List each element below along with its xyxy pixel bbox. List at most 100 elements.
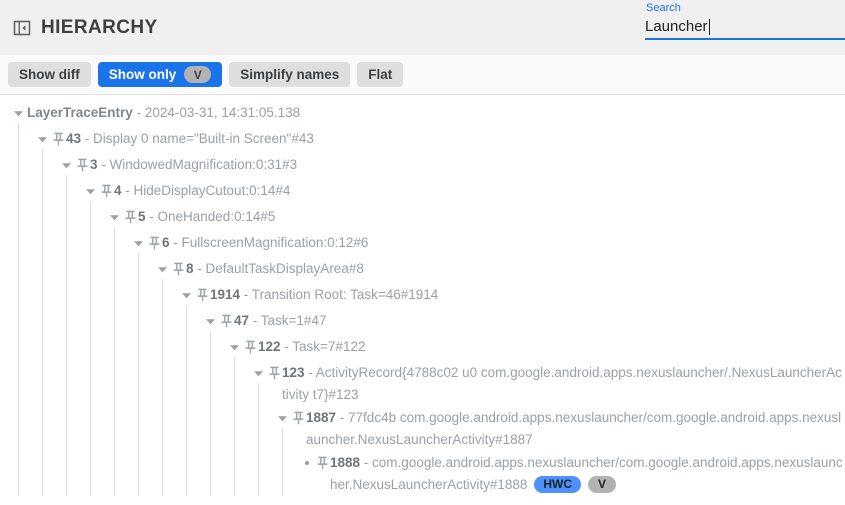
search-field[interactable]: Search Launcher	[645, 2, 845, 40]
tree-node-text: - Display 0 name="Built-in Screen"#43	[81, 131, 314, 146]
pin-icon[interactable]	[99, 179, 114, 203]
chevron-down-icon[interactable]	[226, 335, 243, 359]
chevron-down-icon[interactable]	[274, 406, 291, 430]
tree-row[interactable]: LayerTraceEntry - 2024-03-31, 14:31:05.1…	[0, 101, 845, 127]
pin-icon[interactable]	[123, 205, 138, 229]
pin-icon[interactable]	[195, 283, 210, 307]
tree-node-text: - WindowedMagnification:0:31#3	[98, 157, 298, 172]
tree-row[interactable]: 1888 - com.google.android.apps.nexuslaun…	[0, 451, 845, 496]
tree-node-text: - OneHanded:0:14#5	[146, 209, 276, 224]
leaf-bullet-icon	[298, 451, 315, 475]
pin-icon[interactable]	[243, 335, 258, 359]
tree-row[interactable]: 43 - Display 0 name="Built-in Screen"#43	[0, 127, 845, 153]
tree-node-label[interactable]: 6 - FullscreenMagnification:0:12#6	[162, 231, 368, 254]
pin-icon[interactable]	[267, 361, 282, 385]
tree-node-text: - HideDisplayCutout:0:14#4	[122, 183, 291, 198]
status-badge[interactable]: V	[588, 476, 616, 493]
tree-node-text: - ActivityRecord{4788c02 u0 com.google.a…	[282, 365, 842, 402]
tree-node-id: 1888	[330, 455, 360, 470]
tree-node-text: - 77fdc4b com.google.android.apps.nexusl…	[306, 410, 841, 447]
tree-node-label[interactable]: 5 - OneHanded:0:14#5	[138, 205, 275, 228]
tree-row[interactable]: 122 - Task=7#122	[0, 335, 845, 361]
tree-node-id: 1887	[306, 410, 336, 425]
tree-node-text: - DefaultTaskDisplayArea#8	[194, 261, 364, 276]
tree-row-indent	[0, 205, 106, 206]
show-only-button[interactable]: Show only V	[98, 62, 223, 87]
hierarchy-viewer: HIERARCHY Search Launcher Show diff Show…	[0, 0, 845, 505]
tree-row-indent	[0, 283, 178, 284]
pin-icon[interactable]	[315, 451, 330, 475]
tree-node-label[interactable]: 43 - Display 0 name="Built-in Screen"#43	[66, 127, 314, 150]
tree-node-text: - Task=1#47	[249, 313, 326, 328]
pin-icon[interactable]	[219, 309, 234, 333]
tree-node-id: 3	[90, 157, 98, 172]
tree-row-indent	[0, 451, 298, 452]
tree-node-label[interactable]: 8 - DefaultTaskDisplayArea#8	[186, 257, 364, 280]
chevron-down-icon[interactable]	[58, 153, 75, 177]
search-underline	[645, 38, 845, 40]
tree-row-indent	[0, 309, 202, 310]
pin-icon[interactable]	[147, 231, 162, 255]
page-title: HIERARCHY	[41, 17, 158, 39]
tree-node-text: - 2024-03-31, 14:31:05.138	[133, 105, 300, 120]
pin-icon[interactable]	[51, 127, 66, 151]
tree-row-indent	[0, 406, 274, 407]
tree-node-label[interactable]: 122 - Task=7#122	[258, 335, 365, 358]
simplify-names-button[interactable]: Simplify names	[229, 62, 350, 87]
chevron-down-icon[interactable]	[130, 231, 147, 255]
tree-row[interactable]: 123 - ActivityRecord{4788c02 u0 com.goog…	[0, 361, 845, 406]
tree-node-label[interactable]: 3 - WindowedMagnification:0:31#3	[90, 153, 297, 176]
pin-icon[interactable]	[75, 153, 90, 177]
chevron-down-icon[interactable]	[178, 283, 195, 307]
search-label: Search	[645, 2, 845, 15]
status-badge[interactable]: HWC	[534, 476, 581, 493]
tree-row[interactable]: 3 - WindowedMagnification:0:31#3	[0, 153, 845, 179]
chevron-down-icon[interactable]	[154, 257, 171, 281]
tree-row-indent	[0, 101, 10, 102]
toolbar: Show diff Show only V Simplify names Fla…	[0, 55, 845, 95]
chevron-down-icon[interactable]	[202, 309, 219, 333]
tree-node-text: - com.google.android.apps.nexuslauncher/…	[330, 455, 843, 492]
tree-row[interactable]: 8 - DefaultTaskDisplayArea#8	[0, 257, 845, 283]
tree-row-indent	[0, 335, 226, 336]
tree-row-indent	[0, 361, 250, 362]
tree-node-label[interactable]: 1914 - Transition Root: Task=46#1914	[210, 283, 438, 306]
chevron-down-icon[interactable]	[10, 101, 27, 125]
tree-node-id: 6	[162, 235, 170, 250]
tree-row[interactable]: 1887 - 77fdc4b com.google.android.apps.n…	[0, 406, 845, 451]
tree-node-text: - Transition Root: Task=46#1914	[240, 287, 438, 302]
tree-row[interactable]: 1914 - Transition Root: Task=46#1914	[0, 283, 845, 309]
tree-row-indent	[0, 231, 130, 232]
search-input[interactable]: Launcher	[645, 17, 708, 37]
tree-node-label[interactable]: 1888 - com.google.android.apps.nexuslaun…	[330, 451, 845, 496]
tree-node-label[interactable]: 47 - Task=1#47	[234, 309, 326, 332]
tree-row-indent	[0, 127, 34, 128]
tree-row[interactable]: 6 - FullscreenMagnification:0:12#6	[0, 231, 845, 257]
tree-row[interactable]: 5 - OneHanded:0:14#5	[0, 205, 845, 231]
chevron-down-icon[interactable]	[106, 205, 123, 229]
tree-node-label[interactable]: 1887 - 77fdc4b com.google.android.apps.n…	[306, 406, 845, 451]
show-only-chip: V	[184, 66, 211, 83]
tree-node-id: 122	[258, 339, 281, 354]
text-caret	[709, 19, 710, 35]
tree-row[interactable]: 4 - HideDisplayCutout:0:14#4	[0, 179, 845, 205]
tree-node-label[interactable]: LayerTraceEntry - 2024-03-31, 14:31:05.1…	[27, 101, 300, 124]
hierarchy-tree[interactable]: LayerTraceEntry - 2024-03-31, 14:31:05.1…	[0, 95, 845, 505]
chevron-down-icon[interactable]	[250, 361, 267, 385]
tree-node-label[interactable]: 123 - ActivityRecord{4788c02 u0 com.goog…	[282, 361, 845, 406]
chevron-down-icon[interactable]	[34, 127, 51, 151]
show-diff-button[interactable]: Show diff	[8, 62, 91, 87]
flat-button[interactable]: Flat	[357, 62, 403, 87]
pin-icon[interactable]	[291, 406, 306, 430]
tree-node-id: 1914	[210, 287, 240, 302]
tree-node-id: LayerTraceEntry	[27, 105, 133, 120]
collapse-panel-icon[interactable]	[12, 18, 32, 38]
tree-node-id: 8	[186, 261, 194, 276]
tree-node-text: - FullscreenMagnification:0:12#6	[170, 235, 369, 250]
tree-row-indent	[0, 257, 154, 258]
tree-row-indent	[0, 153, 58, 154]
tree-node-label[interactable]: 4 - HideDisplayCutout:0:14#4	[114, 179, 290, 202]
pin-icon[interactable]	[171, 257, 186, 281]
chevron-down-icon[interactable]	[82, 179, 99, 203]
tree-row[interactable]: 47 - Task=1#47	[0, 309, 845, 335]
